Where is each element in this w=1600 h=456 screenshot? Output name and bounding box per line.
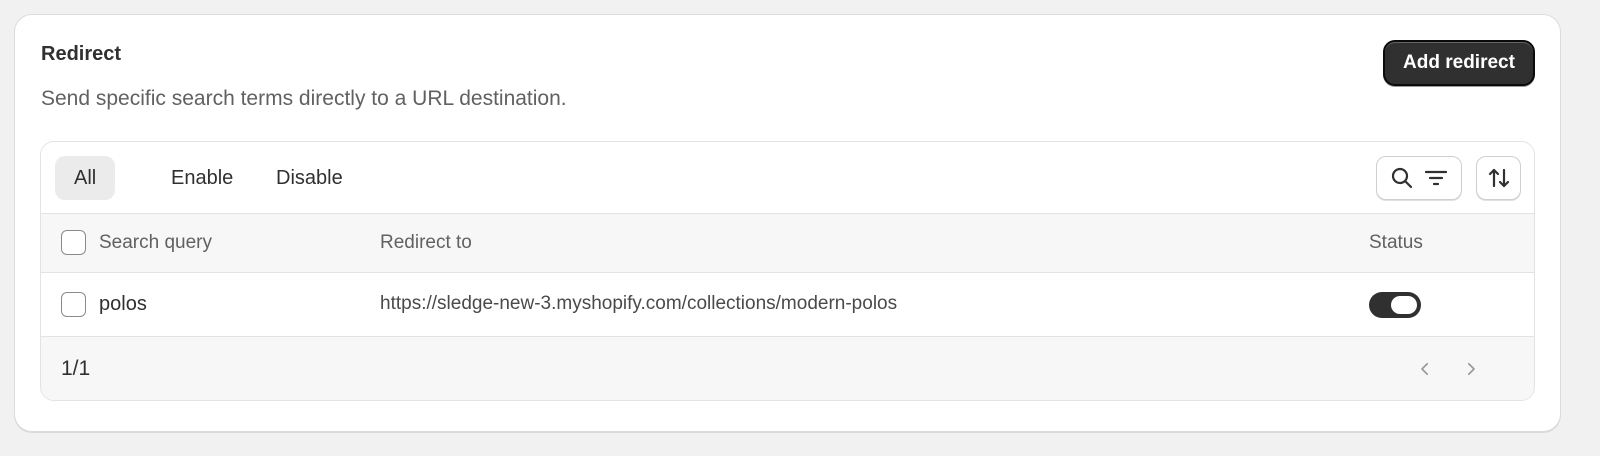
chevron-left-icon (1416, 360, 1434, 378)
section-title: Redirect (41, 43, 122, 65)
toggle-knob (1391, 296, 1417, 314)
table-footer: 1/1 (41, 337, 1534, 400)
sort-button[interactable] (1476, 156, 1521, 200)
chevron-right-icon (1462, 360, 1480, 378)
previous-page-button[interactable] (1411, 355, 1439, 383)
column-header-search-query[interactable]: Search query (99, 232, 212, 254)
page-indicator: 1/1 (61, 357, 91, 380)
add-redirect-button[interactable]: Add redirect (1383, 40, 1535, 86)
section-description: Send specific search terms directly to a… (41, 87, 567, 110)
redirect-card: Redirect Send specific search terms dire… (14, 14, 1561, 432)
filter-icon (1424, 166, 1448, 190)
tab-disable[interactable]: Disable (257, 156, 362, 200)
table-row[interactable]: polos https://sledge-new-3.myshopify.com… (41, 273, 1534, 337)
table-header: Search query Redirect to Status (41, 214, 1534, 273)
search-filter-button[interactable] (1376, 156, 1462, 200)
redirect-table: All Enable Disable Search query Redirect… (40, 141, 1535, 401)
redirect-url-cell: https://sledge-new-3.myshopify.com/colle… (380, 293, 898, 314)
search-query-cell: polos (99, 293, 147, 315)
table-toolbar: All Enable Disable (41, 142, 1534, 214)
next-page-button[interactable] (1457, 355, 1485, 383)
tab-all[interactable]: All (55, 156, 116, 200)
tab-enable[interactable]: Enable (152, 156, 252, 200)
sort-icon (1487, 166, 1511, 190)
column-header-status[interactable]: Status (1369, 232, 1423, 254)
search-icon (1390, 166, 1414, 190)
status-toggle[interactable] (1369, 292, 1421, 318)
row-checkbox[interactable] (61, 292, 86, 317)
select-all-checkbox[interactable] (61, 230, 86, 255)
column-header-redirect-to[interactable]: Redirect to (380, 232, 472, 254)
